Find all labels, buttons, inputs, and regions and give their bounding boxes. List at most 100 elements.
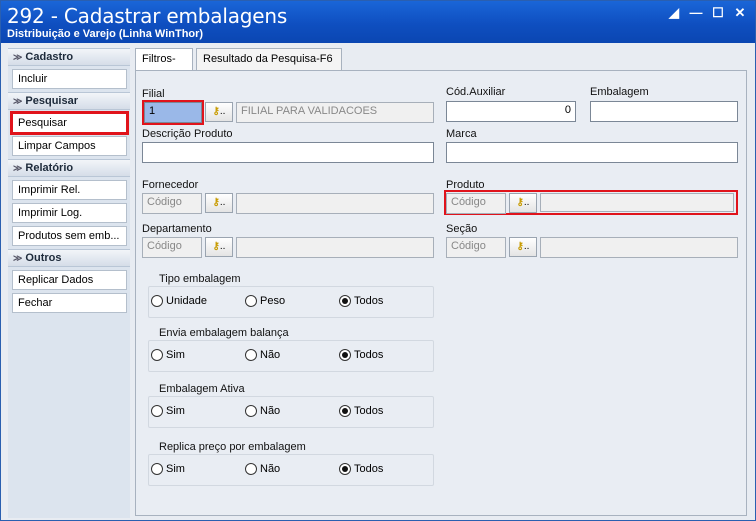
radio-dot xyxy=(245,463,257,475)
radio-label: Todos xyxy=(354,463,384,475)
secao-label: Seção xyxy=(446,223,478,235)
imprimir-log-button[interactable]: Imprimir Log. xyxy=(12,203,127,223)
radio-label: Sim xyxy=(166,405,185,417)
radio-dot-selected xyxy=(339,463,351,475)
secao-description xyxy=(540,237,738,258)
group-title: Envia embalagem balança xyxy=(159,327,289,339)
marca-input[interactable] xyxy=(446,142,738,163)
radio-peso[interactable]: Peso xyxy=(245,295,285,307)
radio-dot xyxy=(245,405,257,417)
imprimir-rel-button[interactable]: Imprimir Rel. xyxy=(12,180,127,200)
radio-dot xyxy=(151,405,163,417)
app-window: 292 - Cadastrar embalagens Distribuição … xyxy=(0,0,756,521)
departamento-lookup-button[interactable]: ⚷.. xyxy=(205,237,233,257)
limpar-campos-button[interactable]: Limpar Campos xyxy=(12,136,127,156)
secao-input[interactable]: Código xyxy=(446,237,506,258)
cod-auxiliar-label: Cód.Auxiliar xyxy=(446,86,506,98)
section-title: Relatório xyxy=(25,162,74,174)
filial-label: Filial xyxy=(142,88,165,100)
tab-resultado[interactable]: Resultado da Pesquisa-F6 xyxy=(196,48,342,70)
radio-label: Sim xyxy=(166,349,185,361)
filters-panel: Filial 1 ⚷.. FILIAL PARA VALIDACOES Cód.… xyxy=(135,70,747,516)
pesquisar-button[interactable]: Pesquisar xyxy=(10,111,129,135)
lookup-dots: .. xyxy=(219,197,226,208)
radio-dot xyxy=(151,463,163,475)
key-icon: ⚷ xyxy=(212,197,220,208)
fornecedor-description xyxy=(236,193,434,214)
departamento-input[interactable]: Código xyxy=(142,237,202,258)
section-outros[interactable]: ≫ Outros xyxy=(8,249,130,267)
radio-nao[interactable]: Não xyxy=(245,463,280,475)
key-icon: ⚷ xyxy=(516,241,524,252)
produtos-sem-emb-button[interactable]: Produtos sem emb... xyxy=(12,226,127,246)
produto-lookup-button[interactable]: ⚷.. xyxy=(509,193,537,213)
tipo-embalagem-group: Tipo embalagem Unidade Peso Todos xyxy=(148,273,434,318)
radio-label: Sim xyxy=(166,463,185,475)
descricao-input[interactable] xyxy=(142,142,434,163)
filial-description: FILIAL PARA VALIDACOES xyxy=(236,102,434,123)
radio-dot-selected xyxy=(339,405,351,417)
fornecedor-input[interactable]: Código xyxy=(142,193,202,214)
secao-lookup-button[interactable]: ⚷.. xyxy=(509,237,537,257)
group-title: Replica preço por embalagem xyxy=(159,441,306,453)
window-title: 292 - Cadastrar embalagens xyxy=(7,4,288,28)
section-title: Pesquisar xyxy=(25,95,79,107)
lookup-dots: .. xyxy=(219,106,226,117)
lookup-dots: .. xyxy=(523,241,530,252)
incluir-button[interactable]: Incluir xyxy=(12,69,127,89)
chevron-up-icon: ≫ xyxy=(13,253,23,263)
lookup-dots: .. xyxy=(523,197,530,208)
radio-dot xyxy=(245,295,257,307)
radio-sim[interactable]: Sim xyxy=(151,405,185,417)
filial-highlight xyxy=(142,100,204,125)
section-pesquisar[interactable]: ≫ Pesquisar xyxy=(8,92,130,110)
envia-balanca-group: Envia embalagem balança Sim Não Todos xyxy=(148,327,434,372)
radio-label: Unidade xyxy=(166,295,207,307)
sidebar: ≫ Cadastro Incluir ≫ Pesquisar Pesquisar L… xyxy=(8,48,130,518)
radio-unidade[interactable]: Unidade xyxy=(151,295,207,307)
section-title: Outros xyxy=(25,252,62,264)
radio-nao[interactable]: Não xyxy=(245,349,280,361)
marca-label: Marca xyxy=(446,128,477,140)
radio-todos[interactable]: Todos xyxy=(339,295,383,307)
departamento-label: Departamento xyxy=(142,223,212,235)
key-icon: ⚷ xyxy=(212,241,220,252)
radio-sim[interactable]: Sim xyxy=(151,349,185,361)
radio-todos[interactable]: Todos xyxy=(339,405,383,417)
replicar-dados-button[interactable]: Replicar Dados xyxy=(12,270,127,290)
radio-dot xyxy=(151,349,163,361)
descricao-label: Descrição Produto xyxy=(142,128,233,140)
filial-lookup-button[interactable]: ⚷.. xyxy=(205,102,233,122)
radio-label: Todos xyxy=(354,405,384,417)
minimize-button[interactable]: — xyxy=(687,5,705,21)
chevron-up-icon: ≫ xyxy=(13,52,23,62)
window-subtitle: Distribuição e Varejo (Linha WinThor) xyxy=(7,28,204,40)
radio-label: Todos xyxy=(354,349,384,361)
radio-nao[interactable]: Não xyxy=(245,405,280,417)
radio-label: Todos xyxy=(354,295,384,307)
produto-input[interactable]: Código xyxy=(446,193,506,214)
lookup-dots: .. xyxy=(219,241,226,252)
radio-todos[interactable]: Todos xyxy=(339,463,383,475)
close-button[interactable]: ✕ xyxy=(731,5,749,21)
fechar-button[interactable]: Fechar xyxy=(12,293,127,313)
section-cadastro[interactable]: ≫ Cadastro xyxy=(8,48,130,66)
fornecedor-lookup-button[interactable]: ⚷.. xyxy=(205,193,233,213)
radio-todos[interactable]: Todos xyxy=(339,349,383,361)
embalagem-input[interactable] xyxy=(590,101,738,122)
group-title: Embalagem Ativa xyxy=(159,383,245,395)
radio-sim[interactable]: Sim xyxy=(151,463,185,475)
radio-dot-selected xyxy=(339,349,351,361)
title-bar: 292 - Cadastrar embalagens Distribuição … xyxy=(1,1,755,43)
produto-description xyxy=(540,193,734,212)
cod-auxiliar-input[interactable]: 0 xyxy=(446,101,576,122)
departamento-description xyxy=(236,237,434,258)
embalagem-label: Embalagem xyxy=(590,86,649,98)
embalagem-ativa-group: Embalagem Ativa Sim Não Todos xyxy=(148,383,434,428)
maximize-button[interactable]: ☐ xyxy=(709,5,727,21)
radio-label: Peso xyxy=(260,295,286,307)
restore-icon[interactable]: ◢ xyxy=(665,5,683,21)
section-relatorio[interactable]: ≫ Relatório xyxy=(8,159,130,177)
key-icon: ⚷ xyxy=(516,197,524,208)
tab-filtros[interactable]: Filtros-F5 xyxy=(135,48,193,85)
